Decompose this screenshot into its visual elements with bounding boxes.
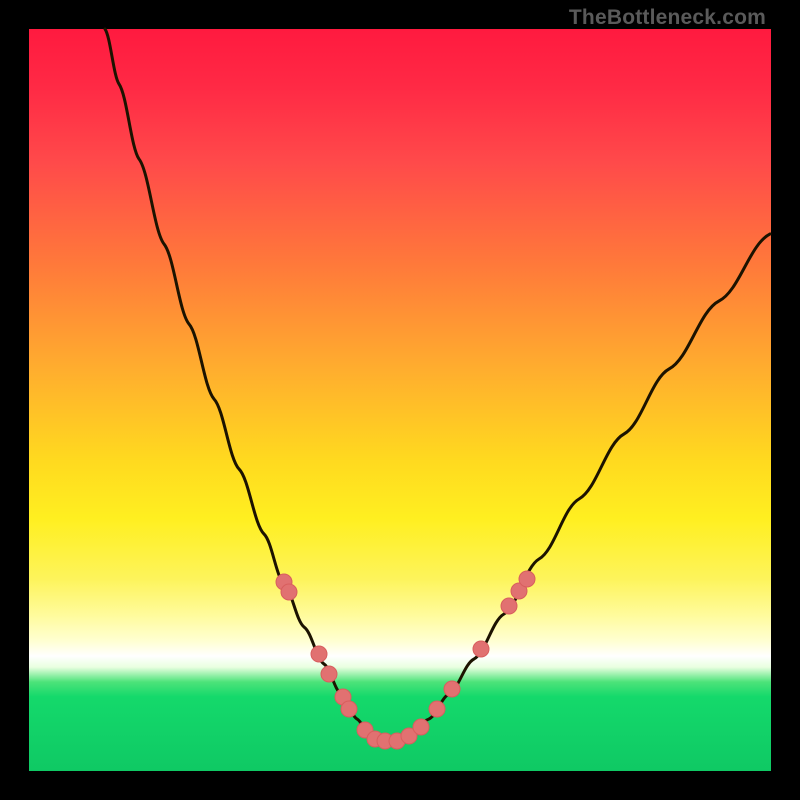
data-marker bbox=[473, 641, 489, 657]
chart-frame: TheBottleneck.com bbox=[0, 0, 800, 800]
data-marker bbox=[519, 571, 535, 587]
data-marker bbox=[444, 681, 460, 697]
data-marker bbox=[321, 666, 337, 682]
markers-group bbox=[276, 571, 535, 749]
data-marker bbox=[341, 701, 357, 717]
data-marker bbox=[281, 584, 297, 600]
bottleneck-curve bbox=[105, 29, 770, 741]
data-marker bbox=[413, 719, 429, 735]
watermark-text: TheBottleneck.com bbox=[569, 6, 766, 30]
curve-group bbox=[105, 29, 770, 741]
plot-area bbox=[29, 29, 771, 771]
data-marker bbox=[429, 701, 445, 717]
data-marker bbox=[311, 646, 327, 662]
data-marker bbox=[501, 598, 517, 614]
chart-svg bbox=[29, 29, 771, 771]
